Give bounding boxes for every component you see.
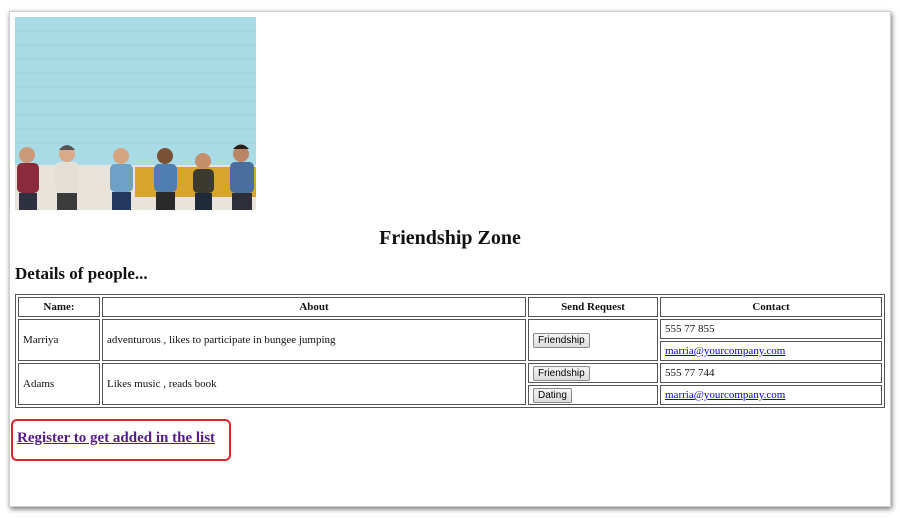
cell-send-request: Friendship [528,319,658,361]
email-link[interactable]: marria@yourcompany.com [665,389,785,401]
header-contact: Contact [660,297,882,317]
cell-name: Marriya [18,319,100,361]
friendship-request-button[interactable]: Friendship [533,365,590,381]
cell-about: Likes music , reads book [102,363,526,405]
cell-phone: 555 77 744 [660,363,882,383]
friends-photo [15,17,256,210]
register-link-highlight: Register to get added in the list [11,419,231,461]
cell-email: marria@yourcompany.com [660,385,882,405]
cell-phone: 555 77 855 [660,319,882,339]
cell-send-request: Friendship [528,363,658,383]
friends-photo-image [15,17,256,210]
register-link[interactable]: Register to get added in the list [17,430,215,447]
cell-name: Adams [18,363,100,405]
page-title: Friendship Zone [379,227,521,249]
cell-email: marria@yourcompany.com [660,341,882,361]
table-row: Marriya adventurous , likes to participa… [18,319,882,361]
table-header-row: Name: About Send Request Contact [18,297,882,317]
browser-page: Friendship Zone Details of people... Nam… [9,11,891,507]
cell-about: adventurous , likes to participate in bu… [102,319,526,361]
email-link[interactable]: marria@yourcompany.com [665,345,785,357]
header-send-request: Send Request [528,297,658,317]
dating-request-button[interactable]: Dating [533,387,572,403]
cell-send-request: Dating [528,385,658,405]
people-table: Name: About Send Request Contact Marriya… [15,294,885,408]
table-row: Adams Likes music , reads book Friendshi… [18,363,882,405]
section-subtitle: Details of people... [15,264,148,283]
header-about: About [102,297,526,317]
header-name: Name: [18,297,100,317]
friendship-request-button[interactable]: Friendship [533,332,590,348]
